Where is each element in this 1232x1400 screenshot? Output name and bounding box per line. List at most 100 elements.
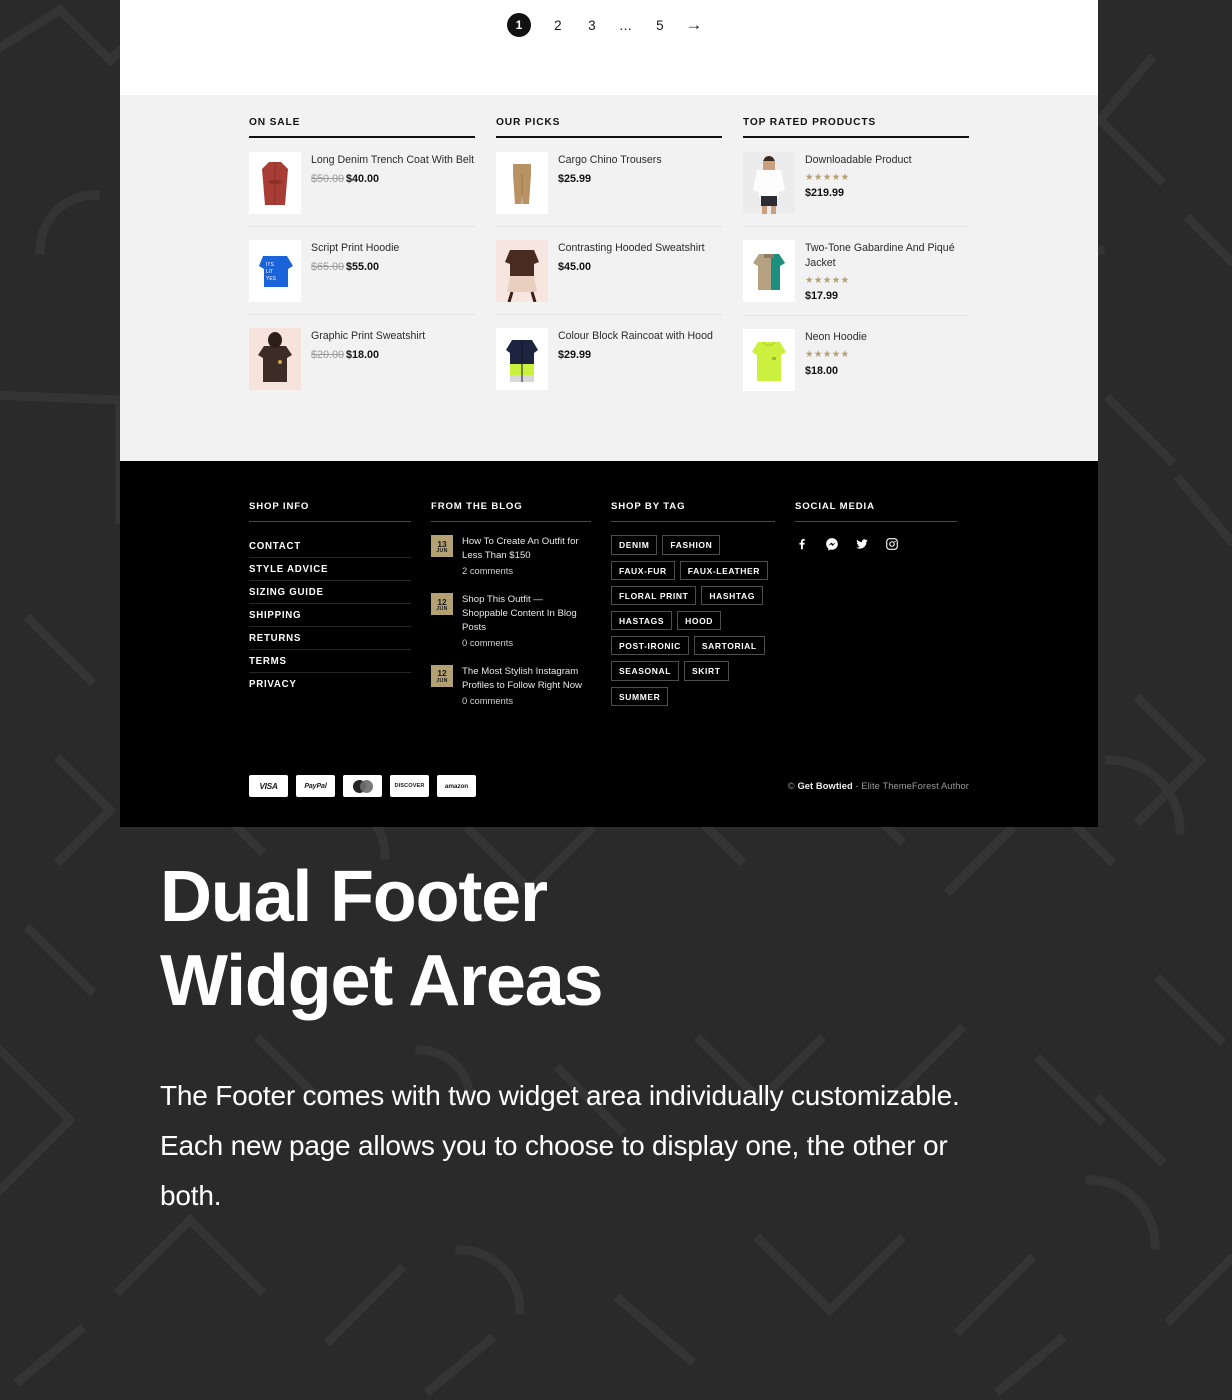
product-name[interactable]: Long Denim Trench Coat With Belt bbox=[311, 153, 475, 168]
product-price: $219.99 bbox=[805, 187, 845, 200]
footer-columns: SHOP INFO CONTACT STYLE ADVICE SIZING GUID… bbox=[249, 501, 969, 723]
tag-floral-print[interactable]: FLORAL PRINT bbox=[611, 585, 697, 605]
product-thumbnail[interactable] bbox=[249, 152, 301, 214]
tag-hood[interactable]: HOOD bbox=[677, 611, 722, 631]
pagination-current-page[interactable]: 1 bbox=[507, 13, 531, 37]
blog-post-comment-count: 0 comments bbox=[462, 695, 514, 707]
shop-info-link-sizing-guide[interactable]: SIZING GUIDE bbox=[249, 581, 411, 603]
shop-info-link-terms[interactable]: TERMS bbox=[249, 650, 411, 672]
shop-info-link-style-advice[interactable]: STYLE ADVICE bbox=[249, 558, 411, 580]
product-name[interactable]: Two-Tone Gabardine And Piqué Jacket bbox=[805, 241, 969, 271]
product-list-item[interactable]: Graphic Print Sweatshirt $20.00 $18.00 bbox=[249, 315, 475, 402]
product-price-row: $25.99 bbox=[558, 172, 722, 186]
blog-title: FROM THE BLOG bbox=[431, 501, 591, 523]
widget-columns: ON SALE Long Denim Trench Coat With Belt $… bbox=[249, 117, 969, 403]
product-list-item[interactable]: Long Denim Trench Coat With Belt $50.00 $4… bbox=[249, 139, 475, 227]
widget-sale: ON SALE Long Denim Trench Coat With Belt $… bbox=[249, 117, 475, 403]
product-info: Cargo Chino Trousers $25.99 bbox=[558, 152, 722, 186]
tag-post-ironic[interactable]: POST-IRONIC bbox=[611, 636, 689, 656]
tag-sartorial[interactable]: SARTORIAL bbox=[693, 636, 765, 656]
tag-seasonal[interactable]: SEASONAL bbox=[611, 661, 680, 681]
product-list-item[interactable]: Cargo Chino Trousers $25.99 bbox=[496, 139, 722, 227]
payment-icon-visa: VISA bbox=[249, 775, 288, 798]
product-name[interactable]: Colour Block Raincoat with Hood bbox=[558, 329, 722, 344]
product-list-item[interactable]: Two-Tone Gabardine And Piqué Jacket ★★★★★… bbox=[743, 227, 969, 317]
product-name[interactable]: Contrasting Hooded Sweatshirt bbox=[558, 241, 722, 256]
product-info: Downloadable Product ★★★★★ $219.99 bbox=[805, 152, 969, 200]
product-price-row: $20.00 $18.00 bbox=[311, 348, 475, 362]
pagination-page-5[interactable]: 5 bbox=[643, 11, 677, 39]
product-list-item[interactable]: ITS LIT YES Script Print Hoodie $65.00 $55.00 bbox=[249, 227, 475, 315]
product-old-price: $50.00 bbox=[311, 173, 345, 186]
blog-post-item[interactable]: 12 JUN The Most Stylish Instagram Profiles… bbox=[431, 665, 591, 707]
shop-info-item: STYLE ADVICE bbox=[249, 558, 411, 582]
blog-post-comment-count: 2 comments bbox=[462, 565, 514, 577]
tag-denim[interactable]: DENIM bbox=[611, 535, 658, 555]
tag-summer[interactable]: SUMMER bbox=[611, 686, 669, 706]
product-thumbnail[interactable] bbox=[743, 152, 795, 214]
heading-line-1: Dual Footer bbox=[160, 857, 548, 937]
product-old-price: $65.00 bbox=[311, 261, 345, 274]
product-name[interactable]: Script Print Hoodie bbox=[311, 241, 475, 256]
shop-info-link-privacy[interactable]: PRIVACY bbox=[249, 673, 411, 695]
svg-text:ITS: ITS bbox=[266, 262, 274, 268]
product-thumbnail[interactable] bbox=[743, 240, 795, 302]
product-price: $25.99 bbox=[558, 173, 592, 186]
tag-fashion[interactable]: FASHION bbox=[662, 535, 721, 555]
tag-faux-fur[interactable]: FAUX-FUR bbox=[611, 560, 675, 580]
product-price-row: $219.99 bbox=[805, 186, 969, 200]
product-price: $29.99 bbox=[558, 349, 592, 362]
product-thumbnail[interactable]: ITS LIT YES bbox=[249, 240, 301, 302]
blog-post-item[interactable]: 12 JUN Shop This Outfit — Shoppable Conten… bbox=[431, 593, 591, 649]
blog-post-day: 12 bbox=[437, 596, 447, 607]
product-list-item[interactable]: Contrasting Hooded Sweatshirt $45.00 bbox=[496, 227, 722, 315]
facebook-icon[interactable] bbox=[795, 537, 809, 551]
pagination-next-arrow-icon[interactable]: → bbox=[677, 11, 711, 39]
product-name[interactable]: Cargo Chino Trousers bbox=[558, 153, 722, 168]
product-price-row: $50.00 $40.00 bbox=[311, 172, 475, 186]
twitter-icon[interactable] bbox=[855, 537, 869, 551]
product-price: $17.99 bbox=[805, 290, 839, 303]
tag-hastags[interactable]: HASTAGS bbox=[611, 611, 673, 631]
blog-post-month: JUN bbox=[436, 677, 448, 684]
tag-skirt[interactable]: SKIRT bbox=[684, 661, 729, 681]
product-thumbnail[interactable] bbox=[496, 152, 548, 214]
widget-title: TOP RATED PRODUCTS bbox=[743, 117, 969, 138]
product-list-item[interactable]: Neon Hoodie ★★★★★ $18.00 bbox=[743, 316, 969, 403]
payment-icon-discover: DISCOVER bbox=[390, 775, 429, 798]
blog-post-item[interactable]: 13 JUN How To Create An Outfit for Less Th… bbox=[431, 535, 591, 577]
shop-info-link-returns[interactable]: RETURNS bbox=[249, 627, 411, 649]
shop-info-link-contact[interactable]: CONTACT bbox=[249, 535, 411, 557]
instagram-icon[interactable] bbox=[885, 537, 899, 551]
product-list-item[interactable]: Downloadable Product ★★★★★ $219.99 bbox=[743, 139, 969, 227]
product-info: Two-Tone Gabardine And Piqué Jacket ★★★★★… bbox=[805, 240, 969, 303]
product-name[interactable]: Neon Hoodie bbox=[805, 330, 969, 345]
shop-info-menu[interactable]: CONTACT STYLE ADVICE SIZING GUIDE SHIPPING R… bbox=[249, 535, 411, 695]
shop-info-item: RETURNS bbox=[249, 627, 411, 651]
product-name[interactable]: Downloadable Product bbox=[805, 153, 969, 168]
pagination-ellipsis: … bbox=[618, 17, 634, 33]
copyright-brand: Get Bowtied bbox=[797, 781, 853, 792]
product-star-rating: ★★★★★ bbox=[805, 349, 850, 361]
product-thumbnail[interactable] bbox=[743, 329, 795, 392]
product-list-item[interactable]: Colour Block Raincoat with Hood $29.99 bbox=[496, 315, 722, 402]
shop-info-link-shipping[interactable]: SHIPPING bbox=[249, 604, 411, 626]
blog-post-month: JUN bbox=[436, 548, 448, 555]
tag-faux-leather[interactable]: FAUX-LEATHER bbox=[679, 560, 768, 580]
blog-post-day: 13 bbox=[437, 538, 447, 549]
tag-hashtag[interactable]: HASHTAG bbox=[701, 585, 763, 605]
product-name[interactable]: Graphic Print Sweatshirt bbox=[311, 329, 475, 344]
product-thumbnail[interactable] bbox=[496, 240, 548, 302]
shop-info-item: CONTACT bbox=[249, 535, 411, 559]
product-thumbnail[interactable] bbox=[496, 328, 548, 390]
pagination-page-3[interactable]: 3 bbox=[575, 11, 609, 39]
svg-text:LIT: LIT bbox=[266, 269, 273, 275]
blog-post-title[interactable]: Shop This Outfit — Shoppable Content In … bbox=[462, 593, 591, 635]
pagination[interactable]: 1 2 3 … 5 → bbox=[507, 11, 711, 39]
hero-body-text: The Footer comes with two widget area in… bbox=[160, 1080, 960, 1212]
pagination-page-2[interactable]: 2 bbox=[541, 11, 575, 39]
product-thumbnail[interactable] bbox=[249, 328, 301, 390]
blog-post-title[interactable]: The Most Stylish Instagram Profiles to F… bbox=[462, 665, 591, 693]
messenger-icon[interactable] bbox=[825, 537, 839, 552]
blog-post-title[interactable]: How To Create An Outfit for Less Than $1… bbox=[462, 535, 591, 563]
